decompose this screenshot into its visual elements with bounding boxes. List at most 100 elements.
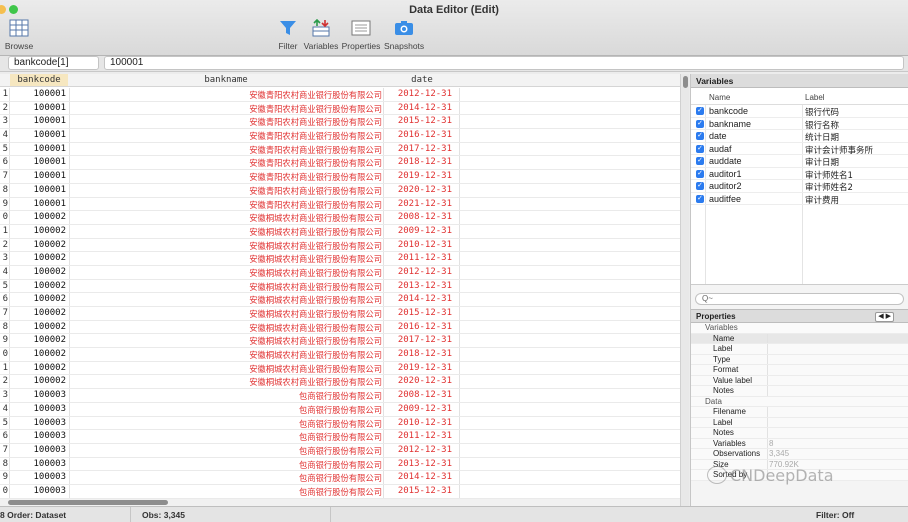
table-row[interactable]: 3 100003 包商银行股份有限公司 2008-12-31 xyxy=(0,389,680,403)
date-cell[interactable]: 2009-12-31 xyxy=(384,404,452,414)
variable-checkbox[interactable]: ✓ xyxy=(696,169,704,178)
bankname-cell[interactable]: 安徽桐城农村商业银行股份有限公司 xyxy=(70,363,382,375)
table-row[interactable]: 4 100003 包商银行股份有限公司 2009-12-31 xyxy=(0,403,680,417)
date-cell[interactable]: 2018-12-31 xyxy=(384,349,452,359)
section-variables[interactable]: Variables xyxy=(691,323,908,334)
bankcode-cell[interactable]: 100002 xyxy=(10,267,66,277)
bankname-cell[interactable]: 安徽桐城农村商业银行股份有限公司 xyxy=(70,212,382,224)
table-row[interactable]: 1 100002 安徽桐城农村商业银行股份有限公司 2019-12-31 xyxy=(0,362,680,376)
property-row[interactable]: Format xyxy=(691,365,908,376)
column-header-bankcode[interactable]: bankcode xyxy=(10,74,68,86)
property-row[interactable]: Value label xyxy=(691,375,908,386)
column-header-bankname[interactable]: bankname xyxy=(70,75,382,85)
bankcode-cell[interactable]: 100003 xyxy=(10,431,66,441)
table-row[interactable]: 6 100003 包商银行股份有限公司 2011-12-31 xyxy=(0,430,680,444)
table-row[interactable]: 6 100001 安徽青阳农村商业银行股份有限公司 2018-12-31 xyxy=(0,156,680,171)
date-cell[interactable]: 2015-12-31 xyxy=(384,116,452,126)
data-grid[interactable]: bankcode bankname date 1 100001 安徽青阳农村商业银行… xyxy=(0,74,680,506)
table-row[interactable]: 8 100002 安徽桐城农村商业银行股份有限公司 2016-12-31 xyxy=(0,321,680,335)
properties-button[interactable]: Properties xyxy=(341,18,381,51)
variable-row[interactable]: ✓ auddate 审计日期 xyxy=(691,155,908,168)
horizontal-scrollbar[interactable] xyxy=(0,499,680,506)
date-cell[interactable]: 2014-12-31 xyxy=(384,472,452,482)
bankname-cell[interactable]: 包商银行股份有限公司 xyxy=(70,445,382,457)
bankcode-cell[interactable]: 100002 xyxy=(10,212,66,222)
table-row[interactable]: 8 100001 安徽青阳农村商业银行股份有限公司 2020-12-31 xyxy=(0,184,680,198)
table-row[interactable]: 6 100002 安徽桐城农村商业银行股份有限公司 2014-12-31 xyxy=(0,293,680,307)
date-cell[interactable]: 2019-12-31 xyxy=(384,363,452,373)
bankname-cell[interactable]: 安徽桐城农村商业银行股份有限公司 xyxy=(70,294,382,306)
bankname-cell[interactable]: 安徽青阳农村商业银行股份有限公司 xyxy=(70,144,382,156)
variable-checkbox[interactable]: ✓ xyxy=(696,157,704,165)
bankcode-cell[interactable]: 100002 xyxy=(10,294,66,304)
bankname-cell[interactable]: 安徽桐城农村商业银行股份有限公司 xyxy=(70,335,382,347)
bankcode-cell[interactable]: 100002 xyxy=(10,308,66,318)
bankname-cell[interactable]: 安徽桐城农村商业银行股份有限公司 xyxy=(70,240,382,252)
filter-button[interactable]: Filter xyxy=(277,18,299,51)
bankname-cell[interactable]: 安徽桐城农村商业银行股份有限公司 xyxy=(70,267,382,279)
name-column-header[interactable]: Name xyxy=(709,93,730,102)
variable-checkbox[interactable]: ✓ xyxy=(696,144,704,153)
bankcode-cell[interactable]: 100002 xyxy=(10,335,66,345)
variable-checkbox[interactable]: ✓ xyxy=(696,132,704,140)
property-row[interactable]: Filename xyxy=(691,407,908,418)
properties-nav-buttons[interactable]: ◀ ▶ xyxy=(875,312,894,322)
variable-checkbox[interactable]: ✓ xyxy=(696,107,704,115)
bankcode-cell[interactable]: 100002 xyxy=(10,376,66,386)
bankcode-cell[interactable]: 100003 xyxy=(10,418,66,428)
property-row[interactable]: Notes xyxy=(691,428,908,439)
table-row[interactable]: 3 100002 安徽桐城农村商业银行股份有限公司 2011-12-31 xyxy=(0,252,680,266)
snapshots-button[interactable]: Snapshots xyxy=(384,18,424,51)
date-cell[interactable]: 2012-12-31 xyxy=(384,267,452,277)
property-row[interactable]: Observations 3,345 xyxy=(691,449,908,460)
table-row[interactable]: 7 100002 安徽桐城农村商业银行股份有限公司 2015-12-31 xyxy=(0,307,680,321)
variable-checkbox[interactable]: ✓ xyxy=(696,119,704,128)
bankname-cell[interactable]: 安徽桐城农村商业银行股份有限公司 xyxy=(70,253,382,265)
bankname-cell[interactable]: 安徽青阳农村商业银行股份有限公司 xyxy=(70,171,382,183)
bankname-cell[interactable]: 安徽青阳农村商业银行股份有限公司 xyxy=(70,199,382,211)
table-row[interactable]: 8 100003 包商银行股份有限公司 2013-12-31 xyxy=(0,458,680,472)
bankname-cell[interactable]: 安徽青阳农村商业银行股份有限公司 xyxy=(70,130,382,142)
property-row[interactable]: Type xyxy=(691,354,908,365)
variable-row[interactable]: ✓ bankcode 银行代码 xyxy=(691,105,908,118)
date-cell[interactable]: 2018-12-31 xyxy=(384,157,452,167)
table-row[interactable]: 9 100003 包商银行股份有限公司 2014-12-31 xyxy=(0,471,680,485)
date-cell[interactable]: 2017-12-31 xyxy=(384,144,452,154)
variable-row[interactable]: ✓ audaf 审计会计师事务所 xyxy=(691,143,908,156)
section-data[interactable]: Data xyxy=(691,396,908,407)
vertical-scrollbar[interactable] xyxy=(680,74,689,506)
table-row[interactable]: 9 100001 安徽青阳农村商业银行股份有限公司 2021-12-31 xyxy=(0,198,680,212)
scroll-thumb[interactable] xyxy=(8,500,168,505)
bankcode-cell[interactable]: 100002 xyxy=(10,363,66,373)
bankname-cell[interactable]: 安徽桐城农村商业银行股份有限公司 xyxy=(70,322,382,334)
column-header-date[interactable]: date xyxy=(384,75,460,85)
browse-button[interactable]: Browse xyxy=(4,18,34,51)
bankname-cell[interactable]: 安徽桐城农村商业银行股份有限公司 xyxy=(70,308,382,320)
date-cell[interactable]: 2014-12-31 xyxy=(384,294,452,304)
bankcode-cell[interactable]: 100003 xyxy=(10,445,66,455)
bankname-cell[interactable]: 包商银行股份有限公司 xyxy=(70,472,382,484)
bankname-cell[interactable]: 包商银行股份有限公司 xyxy=(70,390,382,402)
bankname-cell[interactable]: 包商银行股份有限公司 xyxy=(70,404,382,416)
variable-checkbox[interactable]: ✓ xyxy=(696,182,704,190)
variable-checkbox[interactable]: ✓ xyxy=(696,194,704,203)
bankcode-cell[interactable]: 100002 xyxy=(10,240,66,250)
table-row[interactable]: 2 100002 安徽桐城农村商业银行股份有限公司 2020-12-31 xyxy=(0,375,680,390)
bankname-cell[interactable]: 包商银行股份有限公司 xyxy=(70,418,382,430)
date-cell[interactable]: 2017-12-31 xyxy=(384,335,452,345)
bankcode-cell[interactable]: 100001 xyxy=(10,157,66,167)
scroll-thumb[interactable] xyxy=(683,76,688,88)
date-cell[interactable]: 2013-12-31 xyxy=(384,281,452,291)
table-row[interactable]: 0 100002 安徽桐城农村商业银行股份有限公司 2018-12-31 xyxy=(0,348,680,362)
table-row[interactable]: 2 100002 安徽桐城农村商业银行股份有限公司 2010-12-31 xyxy=(0,239,680,253)
bankname-cell[interactable]: 安徽桐城农村商业银行股份有限公司 xyxy=(70,281,382,293)
date-cell[interactable]: 2021-12-31 xyxy=(384,199,452,209)
bankcode-cell[interactable]: 100001 xyxy=(10,89,66,99)
bankname-cell[interactable]: 安徽桐城农村商业银行股份有限公司 xyxy=(70,376,382,388)
variable-search-input[interactable]: Q~ xyxy=(695,293,904,305)
date-cell[interactable]: 2019-12-31 xyxy=(384,171,452,181)
bankname-cell[interactable]: 安徽青阳农村商业银行股份有限公司 xyxy=(70,116,382,128)
bankcode-cell[interactable]: 100003 xyxy=(10,404,66,414)
bankcode-cell[interactable]: 100002 xyxy=(10,253,66,263)
property-row[interactable]: Variables 8 xyxy=(691,438,908,449)
